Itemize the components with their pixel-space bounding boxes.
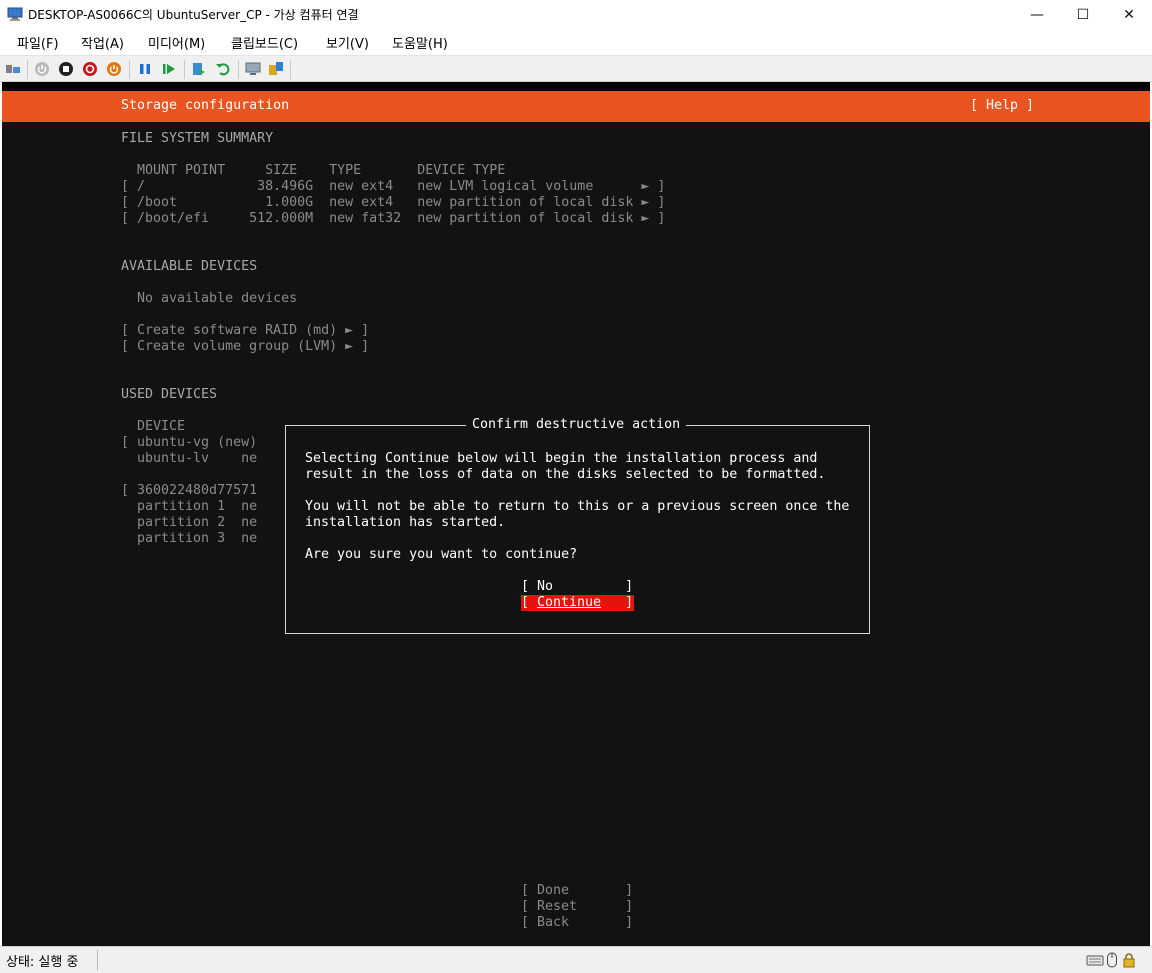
toolbar-separator xyxy=(184,60,185,79)
status-bar: 상태: 실행 중 xyxy=(0,946,1152,973)
shutdown-icon[interactable] xyxy=(82,61,98,77)
close-icon: ✕ xyxy=(1123,6,1135,23)
available-heading: AVAILABLE DEVICES xyxy=(121,259,258,274)
maximize-button[interactable]: ☐ xyxy=(1060,0,1106,29)
window-title-bar[interactable]: DESKTOP-AS0066C의 UbuntuServer_CP - 가상 컴퓨… xyxy=(0,0,1152,29)
maximize-icon: ☐ xyxy=(1076,6,1090,23)
minimize-icon: — xyxy=(1030,6,1044,23)
dialog-text: You will not be able to return to this o… xyxy=(305,499,850,514)
used-row: partition 1 ne xyxy=(121,499,258,514)
no-button-close: ] xyxy=(553,579,634,594)
continue-button[interactable]: [ Continue ] xyxy=(521,595,634,611)
continue-button-close: ] xyxy=(601,595,634,610)
ctrl-alt-del-icon[interactable] xyxy=(5,61,21,77)
resume-icon[interactable] xyxy=(161,61,177,77)
toolbar-separator xyxy=(129,60,130,79)
dialog-question: Are you sure you want to continue? xyxy=(305,547,578,562)
menu-clipboard[interactable]: 클립보드(C) xyxy=(231,33,298,52)
fs-row[interactable]: [ / 38.496G new ext4 new LVM logical vol… xyxy=(121,179,665,195)
checkpoint-icon[interactable] xyxy=(191,61,207,77)
fs-row[interactable]: [ /boot/efi 512.000M new fat32 new parti… xyxy=(121,211,665,227)
fs-row[interactable]: [ /boot 1.000G new ext4 new partition of… xyxy=(121,195,665,211)
lock-icon xyxy=(1123,953,1135,968)
dialog-text: Selecting Continue below will begin the … xyxy=(305,451,818,466)
used-row: DEVICE xyxy=(121,419,186,434)
toolbar-separator xyxy=(238,60,239,79)
menu-view[interactable]: 보기(V) xyxy=(326,33,369,52)
menu-file[interactable]: 파일(F) xyxy=(17,33,59,52)
no-button[interactable]: [ No ] xyxy=(521,579,634,595)
menu-action[interactable]: 작업(A) xyxy=(81,33,124,52)
status-separator xyxy=(97,950,98,970)
fs-columns: MOUNT POINT SIZE TYPE DEVICE TYPE xyxy=(121,163,506,178)
keyboard-icon xyxy=(1086,955,1104,966)
used-heading: USED DEVICES xyxy=(121,387,218,402)
close-button[interactable]: ✕ xyxy=(1106,0,1152,29)
dialog-text: installation has started. xyxy=(305,515,506,530)
page-title: Storage configuration xyxy=(121,98,290,113)
continue-button-open: [ xyxy=(521,595,538,610)
back-button[interactable]: [ Back ] xyxy=(521,915,633,931)
dialog-text: result in the loss of data on the disks … xyxy=(305,467,826,482)
installer-screen: Storage configuration [ Help ] FILE SYST… xyxy=(2,91,1150,946)
enhanced-session-icon[interactable] xyxy=(245,61,261,77)
create-lvm-button[interactable]: [ Create volume group (LVM) ► ] xyxy=(121,339,369,355)
toolbar-separator xyxy=(290,60,291,79)
share-icon[interactable] xyxy=(268,61,284,77)
no-button-open: [ xyxy=(521,579,538,594)
start-icon[interactable] xyxy=(34,61,50,77)
hyperv-vm-icon xyxy=(7,7,23,21)
help-button[interactable]: [ Help ] xyxy=(970,98,1034,113)
done-button[interactable]: [ Done ] xyxy=(521,883,633,899)
mouse-icon xyxy=(1107,952,1117,968)
menu-help[interactable]: 도움말(H) xyxy=(392,33,448,52)
power-icon[interactable] xyxy=(106,61,122,77)
menu-bar: 파일(F) 작업(A) 미디어(M) 클립보드(C) 보기(V) 도움말(H) xyxy=(0,29,1152,55)
window-title: DESKTOP-AS0066C의 UbuntuServer_CP - 가상 컴퓨… xyxy=(28,8,359,22)
create-raid-button[interactable]: [ Create software RAID (md) ► ] xyxy=(121,323,369,339)
reset-button[interactable]: [ Reset ] xyxy=(521,899,633,915)
pause-icon[interactable] xyxy=(137,61,153,77)
revert-icon[interactable] xyxy=(215,61,231,77)
minimize-button[interactable]: — xyxy=(1014,0,1060,29)
used-row: ubuntu-lv ne xyxy=(121,451,258,466)
confirm-dialog: Confirm destructive action Selecting Con… xyxy=(285,417,870,634)
toolbar-separator xyxy=(27,60,28,79)
vm-status: 상태: 실행 중 xyxy=(6,955,79,970)
installer-header: Storage configuration [ Help ] xyxy=(2,91,1150,122)
no-devices-text: No available devices xyxy=(121,291,298,306)
toolbar xyxy=(0,55,1152,82)
used-row: partition 2 ne xyxy=(121,515,258,530)
turn-off-icon[interactable] xyxy=(58,61,74,77)
continue-button-label: Continue xyxy=(537,595,602,610)
vm-console[interactable]: Storage configuration [ Help ] FILE SYST… xyxy=(2,82,1150,946)
dialog-title: Confirm destructive action xyxy=(466,417,687,433)
fs-summary-heading: FILE SYSTEM SUMMARY xyxy=(121,131,274,146)
menu-media[interactable]: 미디어(M) xyxy=(148,33,205,52)
used-row[interactable]: [ ubuntu-vg (new) xyxy=(121,435,257,451)
used-row[interactable]: [ 360022480d77571 xyxy=(121,483,257,499)
no-button-label: No xyxy=(537,579,554,594)
used-row: partition 3 ne xyxy=(121,531,258,546)
